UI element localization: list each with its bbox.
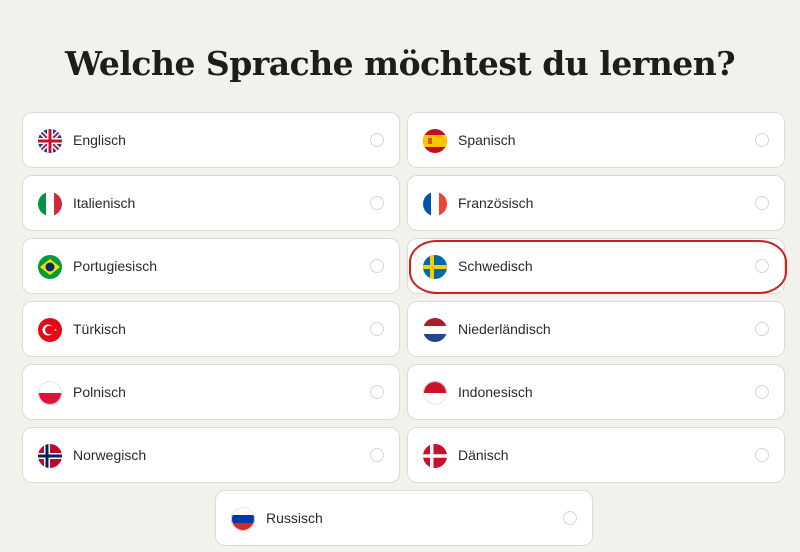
language-label: Norwegisch bbox=[73, 447, 147, 463]
radio-button[interactable] bbox=[755, 196, 769, 210]
language-label: Polnisch bbox=[73, 384, 126, 400]
language-option-swedish[interactable]: Schwedisch bbox=[407, 238, 785, 294]
france-flag-icon bbox=[423, 192, 447, 216]
language-label: Französisch bbox=[458, 195, 534, 211]
radio-button[interactable] bbox=[755, 448, 769, 462]
page-title: Welche Sprache möchtest du lernen? bbox=[64, 44, 736, 84]
language-label: Türkisch bbox=[73, 321, 126, 337]
radio-button[interactable] bbox=[370, 259, 384, 273]
language-option-danish[interactable]: Dänisch bbox=[407, 427, 785, 483]
radio-button[interactable] bbox=[755, 259, 769, 273]
indonesia-flag-icon bbox=[423, 381, 447, 405]
uk-flag-icon bbox=[38, 129, 62, 153]
language-option-dutch[interactable]: Niederländisch bbox=[407, 301, 785, 357]
russia-flag-icon bbox=[231, 507, 255, 531]
language-option-norwegian[interactable]: Norwegisch bbox=[22, 427, 400, 483]
language-label: Italienisch bbox=[73, 195, 136, 211]
language-label: Schwedisch bbox=[458, 258, 533, 274]
language-option-spanish[interactable]: Spanisch bbox=[407, 112, 785, 168]
language-option-italian[interactable]: Italienisch bbox=[22, 175, 400, 231]
language-option-english[interactable]: Englisch bbox=[22, 112, 400, 168]
radio-button[interactable] bbox=[755, 322, 769, 336]
radio-button[interactable] bbox=[370, 385, 384, 399]
language-label: Portugiesisch bbox=[73, 258, 158, 274]
language-option-indonesian[interactable]: Indonesisch bbox=[407, 364, 785, 420]
language-option-french[interactable]: Französisch bbox=[407, 175, 785, 231]
language-label: Dänisch bbox=[458, 447, 509, 463]
language-option-polish[interactable]: Polnisch bbox=[22, 364, 400, 420]
radio-button[interactable] bbox=[370, 196, 384, 210]
radio-button[interactable] bbox=[755, 133, 769, 147]
radio-button[interactable] bbox=[370, 448, 384, 462]
language-option-turkish[interactable]: Türkisch bbox=[22, 301, 400, 357]
language-label: Spanisch bbox=[458, 132, 516, 148]
denmark-flag-icon bbox=[423, 444, 447, 468]
radio-button[interactable] bbox=[370, 133, 384, 147]
language-label: Niederländisch bbox=[458, 321, 551, 337]
language-label: Russisch bbox=[266, 510, 323, 526]
norway-flag-icon bbox=[38, 444, 62, 468]
language-option-russian[interactable]: Russisch bbox=[215, 490, 593, 546]
poland-flag-icon bbox=[38, 381, 62, 405]
sweden-flag-icon bbox=[423, 255, 447, 279]
netherlands-flag-icon bbox=[423, 318, 447, 342]
spain-flag-icon bbox=[423, 129, 447, 153]
language-label: Indonesisch bbox=[458, 384, 533, 400]
italy-flag-icon bbox=[38, 192, 62, 216]
turkey-flag-icon bbox=[38, 318, 62, 342]
language-label: Englisch bbox=[73, 132, 126, 148]
radio-button[interactable] bbox=[755, 385, 769, 399]
radio-button[interactable] bbox=[370, 322, 384, 336]
language-option-portuguese[interactable]: Portugiesisch bbox=[22, 238, 400, 294]
brazil-flag-icon bbox=[38, 255, 62, 279]
radio-button[interactable] bbox=[563, 511, 577, 525]
